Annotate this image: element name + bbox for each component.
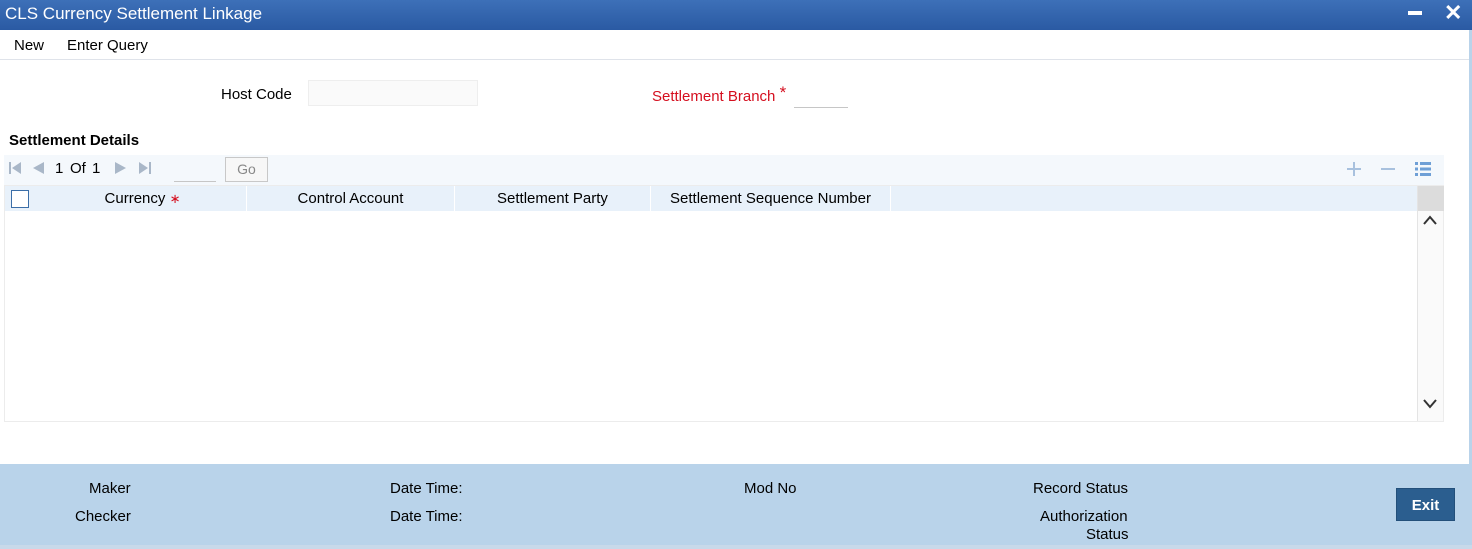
window-title: CLS Currency Settlement Linkage [5, 4, 263, 23]
record-status-label: Record Status [1033, 480, 1129, 497]
checker-date-time-label: Date Time: [390, 508, 463, 525]
exit-button[interactable]: Exit [1396, 488, 1455, 521]
settlement-details-grid: Currency ∗ Control Account Settlement Pa… [4, 185, 1444, 422]
maker-label: Maker [89, 480, 131, 497]
scroll-down-icon[interactable] [1422, 394, 1438, 415]
add-row-icon[interactable] [1346, 157, 1362, 183]
authorization-label: Authorization [1040, 508, 1128, 525]
settlement-branch-input[interactable] [794, 82, 848, 108]
column-header-currency[interactable]: Currency ∗ [39, 186, 247, 211]
delete-row-icon[interactable] [1380, 157, 1396, 183]
last-page-icon[interactable] [138, 161, 152, 178]
grid-scrollbar[interactable] [1417, 186, 1444, 421]
authorization-status-label: Status [1086, 526, 1129, 543]
required-mark: * [779, 83, 787, 102]
first-page-icon[interactable] [8, 161, 22, 178]
currency-required-mark: ∗ [169, 191, 181, 206]
minimize-icon[interactable] [1408, 11, 1422, 15]
settlement-branch-label: Settlement Branch * [652, 83, 787, 106]
single-view-icon[interactable] [1414, 157, 1432, 183]
host-code-input[interactable] [308, 80, 478, 106]
of-label: Of [70, 160, 86, 177]
host-code-label: Host Code [221, 86, 292, 103]
total-pages: 1 [92, 160, 101, 177]
new-menu-item[interactable]: New [14, 37, 44, 54]
page-number-input[interactable] [174, 158, 216, 182]
audit-footer: Maker Checker Date Time: Date Time: Mod … [0, 464, 1472, 549]
grid-header: Currency ∗ Control Account Settlement Pa… [5, 186, 1417, 211]
select-all-checkbox[interactable] [11, 190, 29, 208]
mod-no-label: Mod No [744, 480, 797, 497]
previous-page-icon[interactable] [31, 161, 45, 178]
enter-query-menu-item[interactable]: Enter Query [67, 37, 148, 54]
settlement-branch-label-text: Settlement Branch [652, 88, 776, 105]
cls-currency-settlement-window: CLS Currency Settlement Linkage ✕ New En… [0, 0, 1472, 549]
pager-bar: 1 Of 1 Go [4, 155, 1444, 185]
maker-date-time-label: Date Time: [390, 480, 463, 497]
bottom-strip [0, 545, 1472, 549]
title-bar: CLS Currency Settlement Linkage ✕ [0, 0, 1472, 30]
scrollbar-corner [1418, 186, 1444, 211]
go-button[interactable]: Go [225, 157, 268, 182]
currency-header-label: Currency [104, 190, 166, 207]
scroll-up-icon[interactable] [1422, 210, 1438, 231]
current-page: 1 [55, 160, 64, 177]
settlement-details-title: Settlement Details [9, 132, 140, 149]
next-page-icon[interactable] [114, 161, 128, 178]
close-icon[interactable]: ✕ [1444, 1, 1462, 25]
menu-bar: New Enter Query [0, 30, 1472, 60]
column-header-settlement-party[interactable]: Settlement Party [455, 186, 651, 211]
checker-label: Checker [75, 508, 131, 525]
column-header-settlement-sequence-number[interactable]: Settlement Sequence Number [651, 186, 891, 211]
column-header-control-account[interactable]: Control Account [247, 186, 455, 211]
